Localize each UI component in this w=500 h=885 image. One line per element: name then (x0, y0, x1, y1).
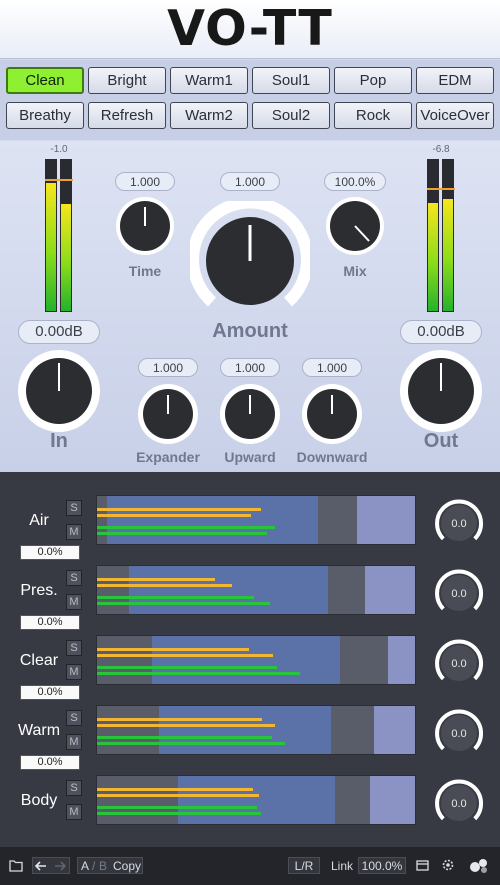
band-name-body: Body (20, 792, 58, 809)
app-logo: VO-TT (167, 0, 333, 57)
clear-band-knob-value: 0.0 (451, 658, 466, 670)
ab-separator: / (92, 859, 96, 873)
folder-icon[interactable] (9, 859, 23, 872)
expander-label: Expander (136, 449, 200, 465)
output-peak-readout: -6.8 (432, 144, 450, 155)
preset-button-rock[interactable]: Rock (334, 102, 412, 129)
band-name-air: Air (29, 512, 49, 529)
warm-band-knob[interactable]: 0.0 (431, 705, 487, 761)
input-meter (45, 159, 73, 312)
clear-mute-button[interactable]: M (66, 664, 82, 680)
air-mute-button[interactable]: M (66, 524, 82, 540)
ab-copy-button[interactable]: Copy (113, 858, 141, 874)
preset-grid: Clean Bright Warm1 Soul1 Pop EDM Breathy… (0, 60, 500, 140)
amount-label: Amount (212, 320, 288, 342)
undo-icon[interactable] (34, 859, 48, 872)
warm-solo-button[interactable]: S (66, 710, 82, 726)
warm-band-meter (96, 705, 416, 755)
clear-band-percent[interactable]: 0.0% (20, 685, 80, 700)
warm-band-knob-value: 0.0 (451, 728, 466, 740)
link-value[interactable]: 100.0% (358, 858, 406, 874)
presence-band-meter (96, 565, 416, 615)
preset-button-bright[interactable]: Bright (88, 67, 166, 94)
ab-a-button[interactable]: A (81, 858, 89, 874)
input-peak-readout: -1.0 (50, 144, 68, 155)
input-gain-label: In (50, 430, 68, 452)
redo-icon[interactable] (53, 859, 67, 872)
air-band-percent[interactable]: 0.0% (20, 545, 80, 560)
presence-band-knob-value: 0.0 (451, 588, 466, 600)
mix-value: 100.0% (324, 172, 386, 191)
body-band-knob[interactable]: 0.0 (431, 775, 487, 831)
warm-band-percent[interactable]: 0.0% (20, 755, 80, 770)
clear-solo-button[interactable]: S (66, 640, 82, 656)
clear-band-knob[interactable]: 0.0 (431, 635, 487, 691)
time-knob[interactable] (114, 195, 176, 257)
downward-label: Downward (296, 449, 368, 465)
brand-logo-icon[interactable] (469, 857, 489, 874)
preset-button-pop[interactable]: Pop (334, 67, 412, 94)
upward-value: 1.000 (220, 358, 280, 377)
air-solo-button[interactable]: S (66, 500, 82, 516)
input-gain-value: 0.00dB (18, 320, 100, 344)
amount-value: 1.000 (220, 172, 280, 191)
body-band-meter (96, 775, 416, 825)
time-label: Time (128, 263, 162, 279)
air-band-knob[interactable]: 0.0 (431, 495, 487, 551)
expander-knob[interactable] (137, 383, 199, 445)
band-name-presence: Pres. (20, 582, 58, 599)
upward-label: Upward (224, 449, 276, 465)
output-gain-label: Out (423, 430, 459, 452)
warm-mute-button[interactable]: M (66, 734, 82, 750)
air-band-knob-value: 0.0 (451, 518, 466, 530)
preset-button-breathy[interactable]: Breathy (6, 102, 84, 129)
presence-mute-button[interactable]: M (66, 594, 82, 610)
amount-knob[interactable] (190, 201, 310, 311)
mix-knob[interactable] (324, 195, 386, 257)
preset-button-soul1[interactable]: Soul1 (252, 67, 330, 94)
lr-button[interactable]: L/R (288, 858, 320, 874)
ab-b-button[interactable]: B (99, 858, 107, 874)
preset-button-warm1[interactable]: Warm1 (170, 67, 248, 94)
downward-knob[interactable] (301, 383, 363, 445)
body-band-knob-value: 0.0 (451, 798, 466, 810)
preset-button-soul2[interactable]: Soul2 (252, 102, 330, 129)
preset-button-edm[interactable]: EDM (416, 67, 494, 94)
header: VO-TT (0, 0, 500, 59)
expander-value: 1.000 (138, 358, 198, 377)
input-gain-knob[interactable] (17, 349, 101, 433)
upward-knob[interactable] (219, 383, 281, 445)
output-gain-knob[interactable] (399, 349, 483, 433)
presence-band-knob[interactable]: 0.0 (431, 565, 487, 621)
presence-solo-button[interactable]: S (66, 570, 82, 586)
preset-button-refresh[interactable]: Refresh (88, 102, 166, 129)
body-solo-button[interactable]: S (66, 780, 82, 796)
window-icon[interactable] (416, 859, 429, 872)
band-panel: Air S M 0.0 0.0% Pres. S M 0.0 0.0% Clea… (0, 472, 500, 847)
mix-label: Mix (343, 263, 367, 279)
link-label: Link (331, 859, 354, 873)
main-controls: -1.0 -6.8 1.000 Time 1.000 Amount 100.0%… (0, 141, 500, 472)
time-value: 1.000 (115, 172, 175, 191)
air-band-meter (96, 495, 416, 545)
downward-value: 1.000 (302, 358, 362, 377)
band-name-warm: Warm (17, 722, 61, 739)
output-gain-value: 0.00dB (400, 320, 482, 344)
footer-toolbar: A / B Copy L/R Link 100.0% (0, 847, 500, 885)
output-meter (427, 159, 455, 312)
gear-icon[interactable] (441, 858, 455, 872)
band-name-clear: Clear (19, 652, 59, 669)
body-mute-button[interactable]: M (66, 804, 82, 820)
preset-button-clean[interactable]: Clean (6, 67, 84, 94)
presence-band-percent[interactable]: 0.0% (20, 615, 80, 630)
preset-button-voiceover[interactable]: VoiceOver (416, 102, 494, 129)
clear-band-meter (96, 635, 416, 685)
preset-button-warm2[interactable]: Warm2 (170, 102, 248, 129)
